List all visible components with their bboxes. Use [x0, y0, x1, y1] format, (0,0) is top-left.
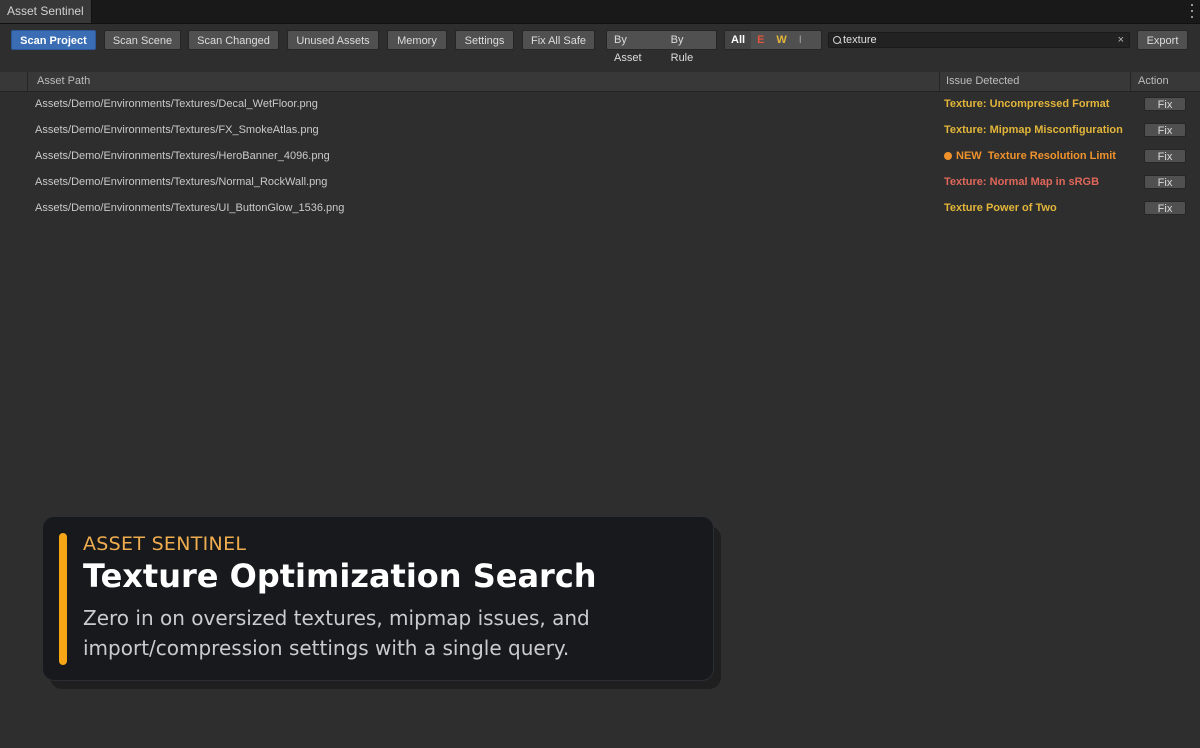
severity-error-toggle[interactable]: E	[751, 31, 770, 49]
clear-search-icon[interactable]: ×	[1118, 33, 1124, 47]
column-divider[interactable]	[27, 72, 28, 91]
memory-button[interactable]: Memory	[387, 30, 447, 50]
fix-button[interactable]: Fix	[1144, 97, 1186, 111]
asset-path-cell: Assets/Demo/Environments/Textures/Normal…	[35, 176, 328, 188]
issue-cell: Texture Power of Two	[944, 202, 1057, 214]
column-header-asset-path[interactable]: Asset Path	[37, 72, 90, 91]
export-button[interactable]: Export	[1137, 30, 1188, 50]
overlay-kicker: ASSET SENTINEL	[83, 533, 247, 555]
issue-cell: Texture: Normal Map in sRGB	[944, 176, 1100, 188]
overlay-headline: Texture Optimization Search	[83, 557, 597, 595]
asset-path-cell: Assets/Demo/Environments/Textures/HeroBa…	[35, 150, 330, 162]
toolbar: Scan Project Scan Scene Scan Changed Unu…	[0, 24, 1200, 64]
issue-cell: Texture: Uncompressed Format	[944, 98, 1110, 110]
settings-button[interactable]: Settings	[455, 30, 514, 50]
unused-assets-button[interactable]: Unused Assets	[287, 30, 379, 50]
table-row[interactable]: Assets/Demo/Environments/Textures/UI_But…	[0, 195, 1200, 221]
window-titlebar: Asset Sentinel	[0, 0, 1200, 24]
scan-changed-button[interactable]: Scan Changed	[188, 30, 279, 50]
severity-warning-toggle[interactable]: W	[770, 31, 792, 49]
group-by-asset-button[interactable]: By Asset	[607, 31, 664, 64]
overlay-description: Zero in on oversized textures, mipmap is…	[83, 606, 590, 660]
fix-button[interactable]: Fix	[1144, 175, 1186, 189]
table-row[interactable]: Assets/Demo/Environments/Textures/FX_Smo…	[0, 117, 1200, 143]
table-row[interactable]: Assets/Demo/Environments/Textures/HeroBa…	[0, 143, 1200, 169]
fix-all-safe-button[interactable]: Fix All Safe	[522, 30, 595, 50]
scan-scene-button[interactable]: Scan Scene	[104, 30, 181, 50]
accent-bar	[59, 533, 67, 665]
severity-filter: All E W I	[724, 30, 822, 50]
column-divider[interactable]	[1130, 72, 1131, 91]
overlay-card: ASSET SENTINEL Texture Optimization Sear…	[42, 516, 714, 681]
severity-info-toggle[interactable]: I	[793, 31, 808, 49]
more-options-icon[interactable]	[1190, 4, 1194, 18]
severity-all-toggle[interactable]: All	[725, 31, 752, 49]
asset-path-cell: Assets/Demo/Environments/Textures/Decal_…	[35, 98, 318, 110]
group-by-toggle: By Asset By Rule	[606, 30, 717, 64]
asset-path-cell: Assets/Demo/Environments/Textures/FX_Smo…	[35, 124, 319, 136]
search-input[interactable]	[843, 33, 1113, 47]
column-header-issue[interactable]: Issue Detected	[946, 72, 1019, 91]
column-divider[interactable]	[939, 72, 940, 91]
asset-path-cell: Assets/Demo/Environments/Textures/UI_But…	[35, 202, 345, 214]
fix-button[interactable]: Fix	[1144, 123, 1186, 137]
window-tab[interactable]: Asset Sentinel	[0, 0, 92, 23]
issue-cell: Texture: Mipmap Misconfiguration	[944, 124, 1123, 136]
search-box: ×	[828, 32, 1130, 48]
new-indicator-icon	[944, 152, 952, 160]
issue-text: NEW Texture Resolution Limit	[956, 150, 1116, 162]
column-header-action: Action	[1138, 75, 1169, 87]
table-row[interactable]: Assets/Demo/Environments/Textures/Normal…	[0, 169, 1200, 195]
fix-button[interactable]: Fix	[1144, 201, 1186, 215]
table-header: Asset Path Issue Detected Action	[0, 72, 1200, 92]
table-row[interactable]: Assets/Demo/Environments/Textures/Decal_…	[0, 91, 1200, 117]
issue-cell: NEW Texture Resolution Limit	[944, 143, 1116, 169]
group-by-rule-button[interactable]: By Rule	[664, 31, 716, 64]
scan-project-button[interactable]: Scan Project	[11, 30, 96, 50]
fix-button[interactable]: Fix	[1144, 149, 1186, 163]
search-icon	[833, 36, 841, 44]
